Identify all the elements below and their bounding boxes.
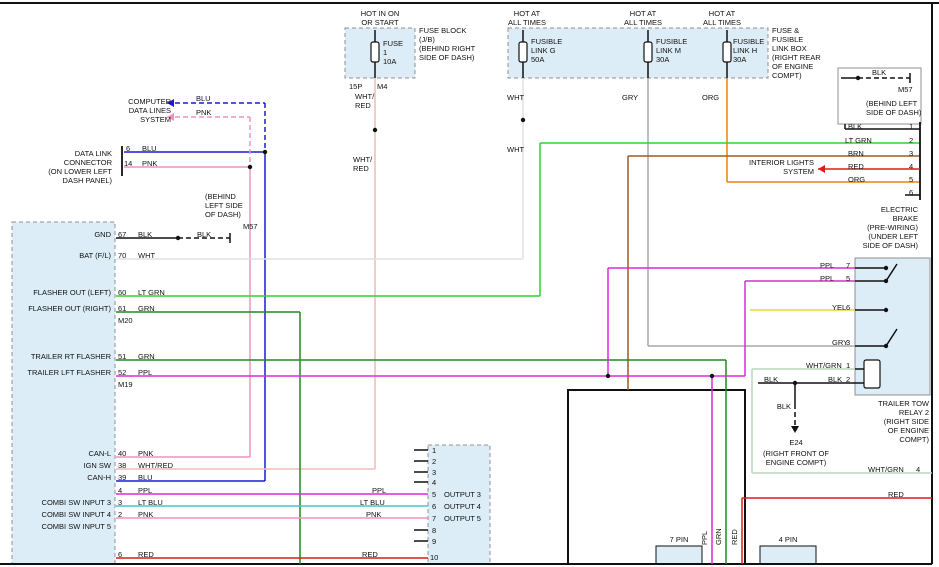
junction-dot [263,150,267,154]
diagram-svg [0,0,939,567]
left-module-box [12,222,115,564]
e24-ground-arrow [791,426,799,433]
relay-coil-symbol [864,360,880,388]
interior-lights-arrow [818,165,825,173]
junction-dot [176,236,180,240]
computer-data-blu-arrow [167,99,174,107]
harness-box [568,390,745,564]
fusible-link-m-symbol [644,42,652,62]
m57-ground-box [838,68,921,124]
junction-dot [856,76,860,80]
output-block-box [428,445,490,564]
wiring-diagram: HOT IN ONOR STARTFUSE110AFUSE BLOCK(J/B)… [0,0,939,567]
junction-dot [884,279,888,283]
junction-dot [606,374,610,378]
seven-pin-connector-box [656,546,702,564]
junction-dot [710,374,714,378]
junction-dot [884,344,888,348]
junction-dot [884,308,888,312]
fuse-block-box [345,28,415,78]
junction-dot [884,266,888,270]
junction-dot [248,165,252,169]
four-pin-connector-box [760,546,816,564]
fuse-1-symbol [371,42,379,62]
fusible-link-g-symbol [519,42,527,62]
junction-dot [373,128,377,132]
fusible-link-h-symbol [723,42,731,62]
computer-data-pnk-arrow [167,113,174,121]
junction-dot [521,118,525,122]
junction-dot [793,381,797,385]
